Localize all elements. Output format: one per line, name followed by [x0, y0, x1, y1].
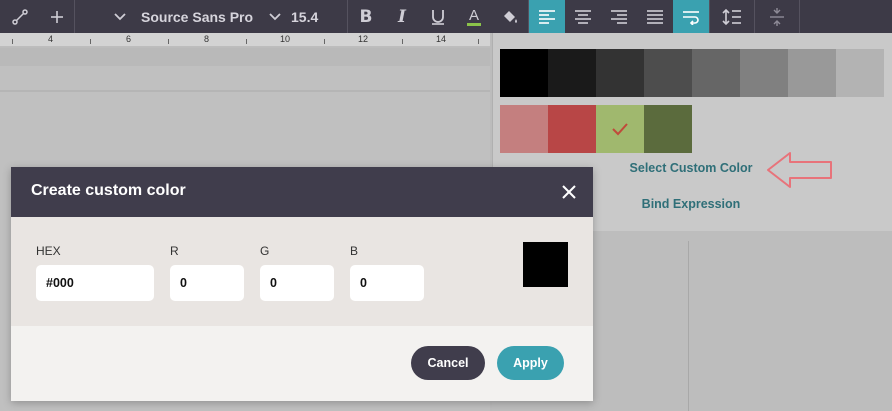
- underline-icon[interactable]: [420, 0, 456, 33]
- b-label: B: [350, 244, 359, 258]
- color-swatch[interactable]: [596, 105, 644, 153]
- toolbar-divider: [799, 0, 800, 33]
- collapse-spacing-icon[interactable]: [755, 0, 799, 33]
- ruler-number: 8: [204, 34, 210, 44]
- create-custom-color-dialog: Create custom color HEX R G B Cancel App…: [11, 167, 593, 401]
- annotation-arrow-icon: [767, 152, 832, 188]
- ruler-number: 4: [48, 34, 54, 44]
- ruler-tick: [12, 39, 13, 44]
- connector-icon[interactable]: [0, 0, 40, 33]
- close-icon[interactable]: [559, 182, 579, 202]
- panel-divider: [688, 241, 689, 411]
- select-custom-color-link[interactable]: Select Custom Color: [600, 161, 782, 175]
- g-input[interactable]: [260, 265, 334, 301]
- color-swatch[interactable]: [644, 49, 692, 97]
- ruler-number: 12: [358, 34, 369, 44]
- ruler-number: 10: [280, 34, 291, 44]
- hex-input[interactable]: [36, 265, 154, 301]
- align-right-icon[interactable]: [601, 0, 637, 33]
- dialog-header: Create custom color: [11, 167, 593, 217]
- color-swatch[interactable]: [500, 49, 548, 97]
- ruler-tick: [168, 39, 169, 44]
- color-swatch[interactable]: [548, 105, 596, 153]
- r-input[interactable]: [170, 265, 244, 301]
- document-divider: [0, 90, 490, 92]
- r-label: R: [170, 244, 179, 258]
- checkmark-icon: [612, 123, 628, 136]
- align-left-icon[interactable]: [529, 0, 565, 33]
- align-justify-icon[interactable]: [637, 0, 673, 33]
- cancel-button[interactable]: Cancel: [411, 346, 485, 380]
- ruler-tick: [90, 39, 91, 44]
- toolbar-divider: [74, 0, 75, 33]
- text-wrap-icon[interactable]: [673, 0, 709, 33]
- align-center-icon[interactable]: [565, 0, 601, 33]
- ruler-tick: [402, 39, 403, 44]
- font-family-select[interactable]: Source Sans Pro: [135, 9, 263, 25]
- italic-icon[interactable]: I: [384, 0, 420, 33]
- chevron-down-icon[interactable]: [105, 0, 135, 33]
- formatting-toolbar: Source Sans Pro 15.4 B I A: [0, 0, 892, 33]
- ruler-tick: [324, 39, 325, 44]
- chevron-down-icon[interactable]: [263, 0, 287, 33]
- ruler-tick: [478, 39, 479, 44]
- ruler-number: 6: [126, 34, 132, 44]
- color-swatch[interactable]: [740, 49, 788, 97]
- color-swatch[interactable]: [836, 49, 884, 97]
- ruler-number: 14: [436, 34, 447, 44]
- text-color-icon[interactable]: A: [456, 0, 492, 33]
- fill-color-icon[interactable]: [492, 0, 528, 33]
- svg-text:A: A: [469, 7, 479, 24]
- horizontal-ruler: 4 6 8 10 12 14: [0, 33, 490, 47]
- bold-icon[interactable]: B: [348, 0, 384, 33]
- color-swatch[interactable]: [548, 49, 596, 97]
- ruler-tick: [246, 39, 247, 44]
- b-input[interactable]: [350, 265, 424, 301]
- color-swatch[interactable]: [500, 105, 548, 153]
- document-header-band: [0, 48, 490, 66]
- color-preview-swatch: [523, 242, 568, 287]
- color-swatch[interactable]: [596, 49, 644, 97]
- g-label: G: [260, 244, 270, 258]
- apply-button[interactable]: Apply: [497, 346, 564, 380]
- add-icon[interactable]: [40, 0, 74, 33]
- font-size-input[interactable]: 15.4: [287, 9, 347, 25]
- dialog-footer: Cancel Apply: [11, 326, 593, 401]
- dialog-title: Create custom color: [31, 182, 186, 199]
- color-swatch[interactable]: [788, 49, 836, 97]
- line-spacing-icon[interactable]: [710, 0, 754, 33]
- color-swatch[interactable]: [692, 49, 740, 97]
- bind-expression-link[interactable]: Bind Expression: [600, 197, 782, 211]
- dialog-body: HEX R G B: [11, 217, 593, 326]
- hex-label: HEX: [36, 244, 61, 258]
- color-swatch[interactable]: [644, 105, 692, 153]
